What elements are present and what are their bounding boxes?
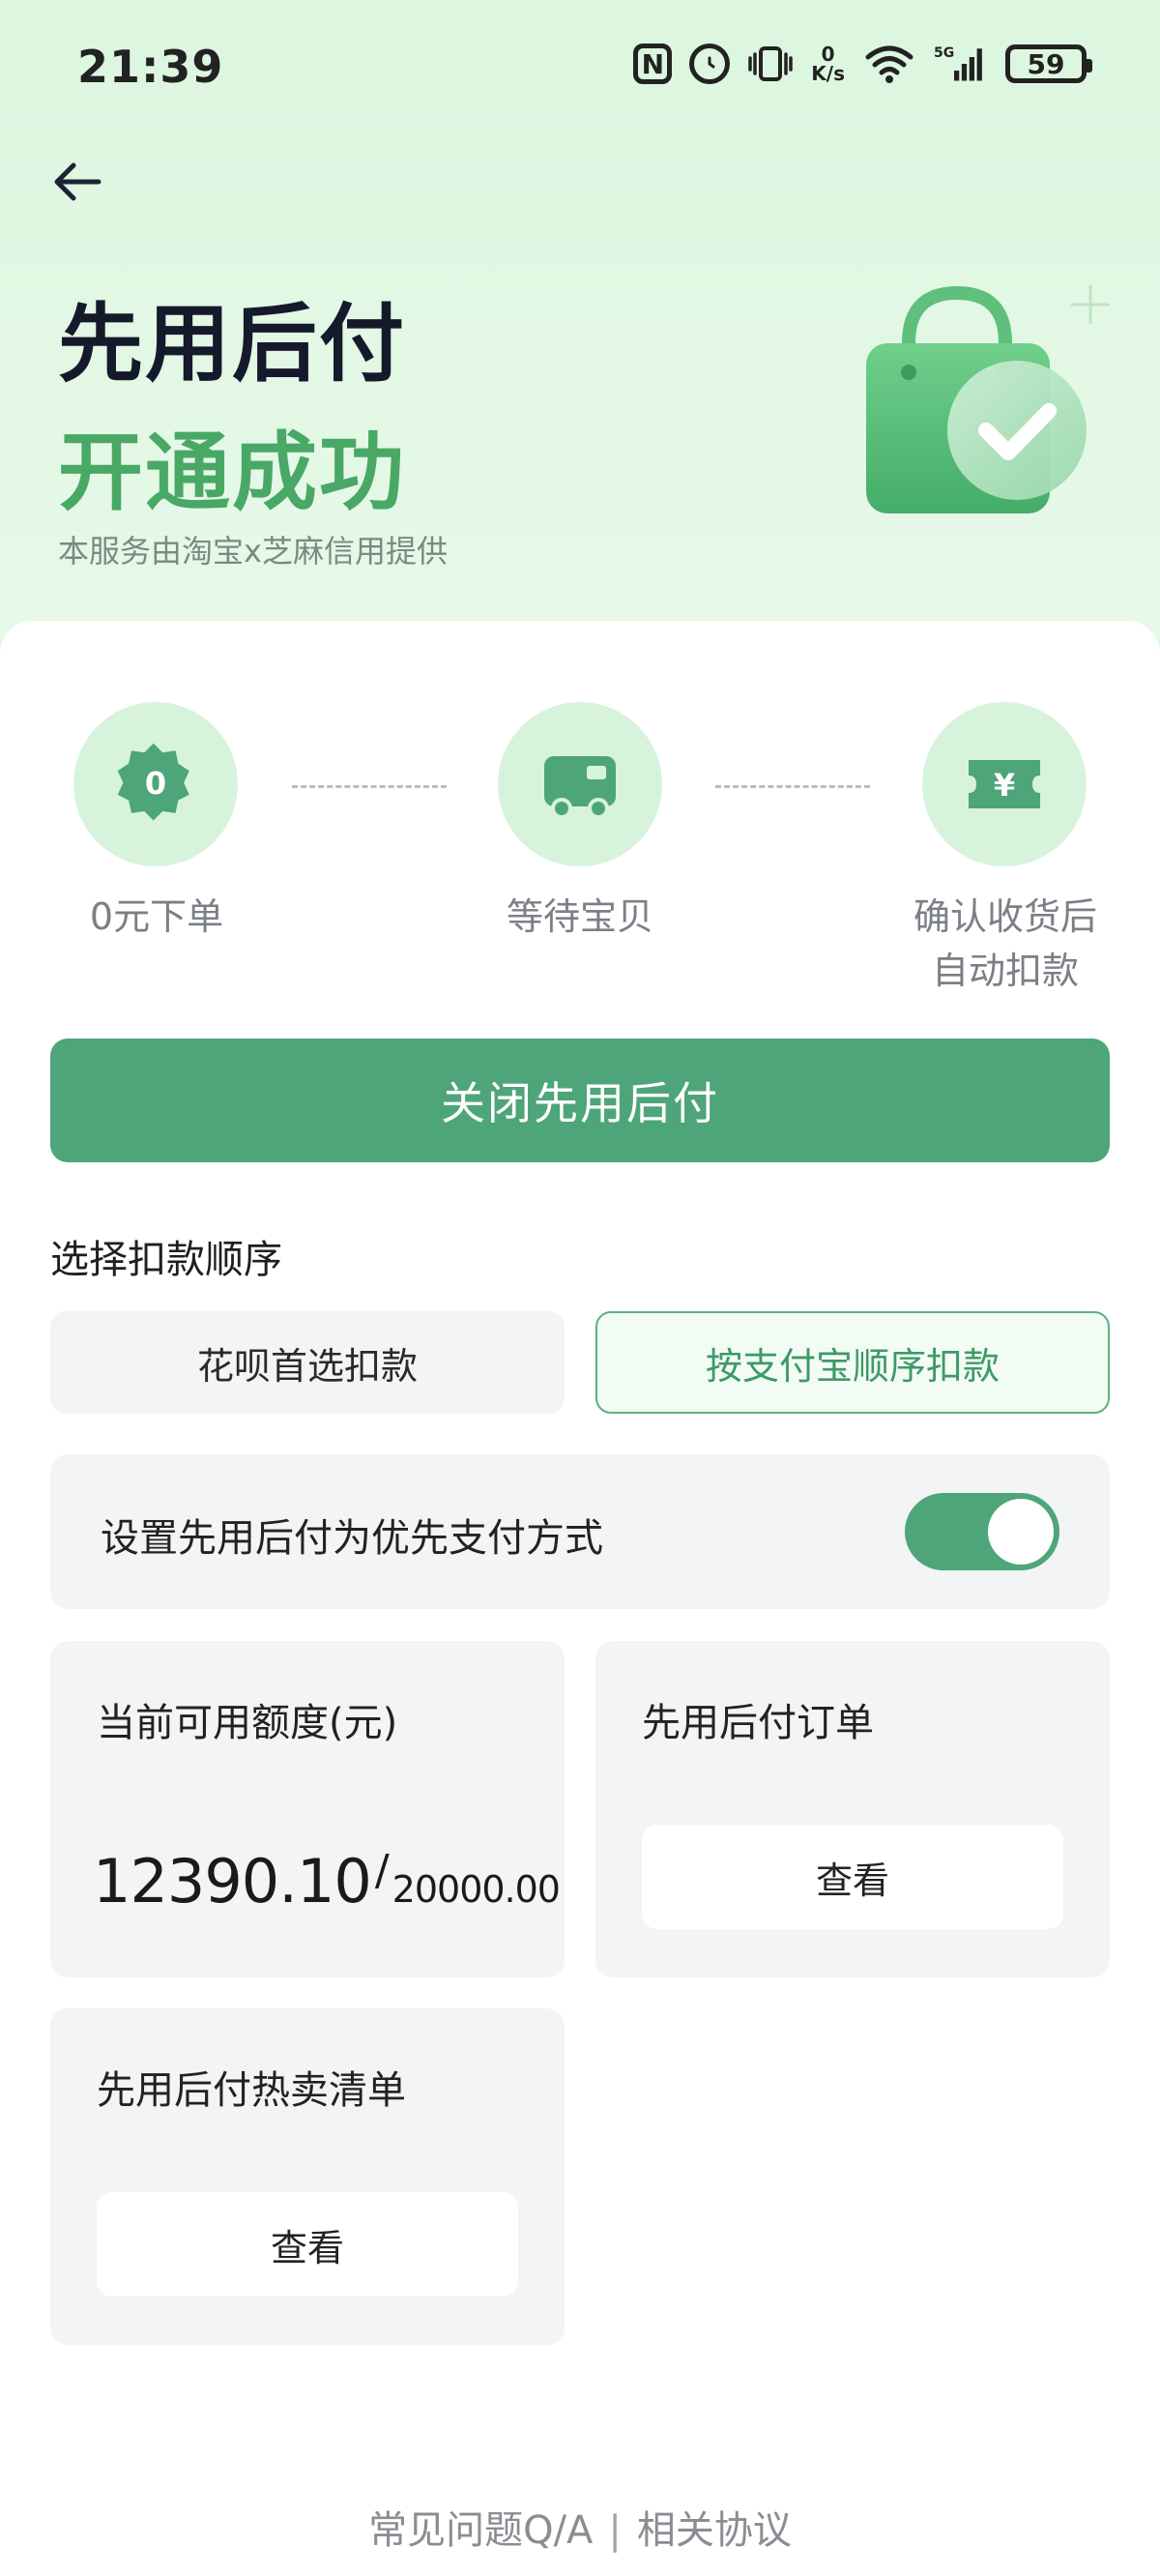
quota-available: 12390.10 [93,1846,372,1917]
preferred-payment-row: 设置先用后付为优先支付方式 [50,1454,1110,1609]
svg-text:¥: ¥ [994,767,1015,804]
vibrate-icon [747,44,794,84]
network-type-label: 5G [934,45,954,61]
quota-amount: 12390.10/20000.00 [93,1846,561,1917]
net-speed-value: 0 [821,43,835,66]
hot-list-tile: 先用后付热卖清单 查看 [50,2008,565,2345]
toggle-knob [988,1499,1054,1565]
status-icons: N 0 K/s 5G 59 [633,43,1092,85]
step-wait-goods [498,702,662,866]
alarm-icon [689,44,731,84]
net-speed-unit: K/s [811,62,845,85]
quota-title: 当前可用额度(元) [97,1701,398,1745]
option-huabei-first[interactable]: 花呗首选扣款 [50,1311,565,1414]
agreement-link[interactable]: 相关协议 [637,2508,792,2553]
wifi-icon [862,43,916,85]
preferred-payment-label: 设置先用后付为优先支付方式 [101,1516,603,1561]
page-title: 先用后付 [58,294,407,394]
quota-separator: / [374,1846,390,1895]
faq-link[interactable]: 常见问题Q/A [368,2508,593,2553]
view-orders-button[interactable]: 查看 [642,1825,1063,1929]
battery-icon: 59 [1005,44,1092,83]
view-hot-list-button[interactable]: 查看 [97,2192,518,2297]
step-divider [715,785,870,788]
provider-text: 本服务由淘宝x芝麻信用提供 [58,533,448,570]
close-pay-later-button[interactable]: 关闭先用后付 [50,1039,1110,1162]
step-zero-order: 0 [73,702,238,866]
preferred-payment-toggle[interactable] [905,1493,1059,1570]
orders-tile: 先用后付订单 查看 [595,1641,1110,1977]
step-label-auto-deduct-line1: 确认收货后 [913,895,1097,938]
step-divider [292,785,447,788]
yuan-ticket-icon: ¥ [969,760,1040,808]
signal-icon: 5G [934,43,988,85]
step-auto-deduct: ¥ [922,702,1087,866]
quota-total: 20000.00 [392,1868,561,1911]
hot-list-title: 先用后付热卖清单 [97,2068,406,2113]
deduction-order-title: 选择扣款顺序 [50,1238,282,1282]
zero-badge-icon: 0 [117,743,189,821]
step-label-zero-order: 0元下单 [89,895,224,938]
step-label-wait-goods: 等待宝贝 [506,895,653,938]
arrow-left-icon [54,162,102,201]
option-alipay-order[interactable]: 按支付宝顺序扣款 [595,1311,1110,1414]
shopping-bag-check-icon [790,276,1131,527]
orders-title: 先用后付订单 [642,1701,874,1745]
quota-tile: 当前可用额度(元) 12390.10/20000.00 [50,1641,565,1977]
step-label-auto-deduct-line2: 自动扣款 [931,950,1079,992]
success-title: 开通成功 [58,423,407,522]
truck-icon [544,756,616,819]
back-button[interactable] [48,153,106,211]
battery-level: 59 [1027,47,1065,80]
step-label-auto-deduct: 确认收货后 自动扣款 [870,890,1141,998]
nfc-icon: N [633,44,673,84]
net-speed-indicator: 0 K/s [811,44,845,83]
status-time: 21:39 [77,41,224,93]
svg-text:0: 0 [145,765,166,802]
footer-separator: | [608,2508,622,2553]
footer-links: 常见问题Q/A | 相关协议 [0,2499,1160,2555]
